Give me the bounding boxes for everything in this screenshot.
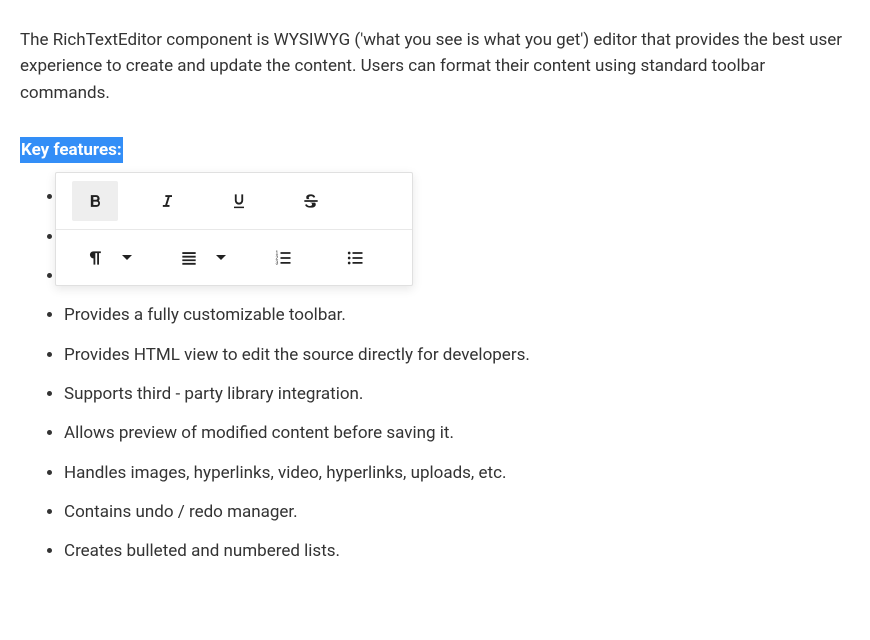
bold-button[interactable]: [72, 181, 118, 221]
alignment-dropdown[interactable]: [160, 238, 226, 278]
chevron-down-icon: [122, 255, 132, 260]
list-item[interactable]: Allows preview of modified content befor…: [64, 420, 850, 446]
list-item[interactable]: Contains undo / redo manager.: [64, 499, 850, 525]
align-justify-icon: [179, 248, 199, 268]
ordered-list-button[interactable]: 1 2 3: [260, 238, 306, 278]
toolbar-row-2: 1 2 3: [56, 229, 412, 285]
italic-button[interactable]: [144, 181, 190, 221]
italic-icon: [157, 191, 177, 211]
underline-button[interactable]: [216, 181, 262, 221]
intro-paragraph[interactable]: The RichTextEditor component is WYSIWYG …: [20, 27, 850, 106]
chevron-down-icon: [216, 255, 226, 260]
floating-toolbar: 1 2 3: [55, 172, 413, 286]
list-item[interactable]: Creates bulleted and numbered lists.: [64, 538, 850, 564]
strikethrough-button[interactable]: [288, 181, 334, 221]
ordered-list-icon: 1 2 3: [273, 248, 293, 268]
toolbar-row-1: [56, 173, 412, 229]
key-features-heading[interactable]: Key features:: [20, 137, 123, 163]
list-item[interactable]: Supports third - party library integrati…: [64, 381, 850, 407]
list-item[interactable]: Provides a fully customizable toolbar.: [64, 302, 850, 328]
pilcrow-icon: [85, 248, 105, 268]
strikethrough-icon: [301, 191, 321, 211]
bold-icon: [85, 191, 105, 211]
svg-text:3: 3: [276, 260, 279, 266]
formats-dropdown[interactable]: [66, 238, 132, 278]
unordered-list-icon: [345, 248, 365, 268]
list-item[interactable]: Handles images, hyperlinks, video, hyper…: [64, 460, 850, 486]
unordered-list-button[interactable]: [332, 238, 378, 278]
underline-icon: [229, 191, 249, 211]
list-item[interactable]: Provides HTML view to edit the source di…: [64, 342, 850, 368]
